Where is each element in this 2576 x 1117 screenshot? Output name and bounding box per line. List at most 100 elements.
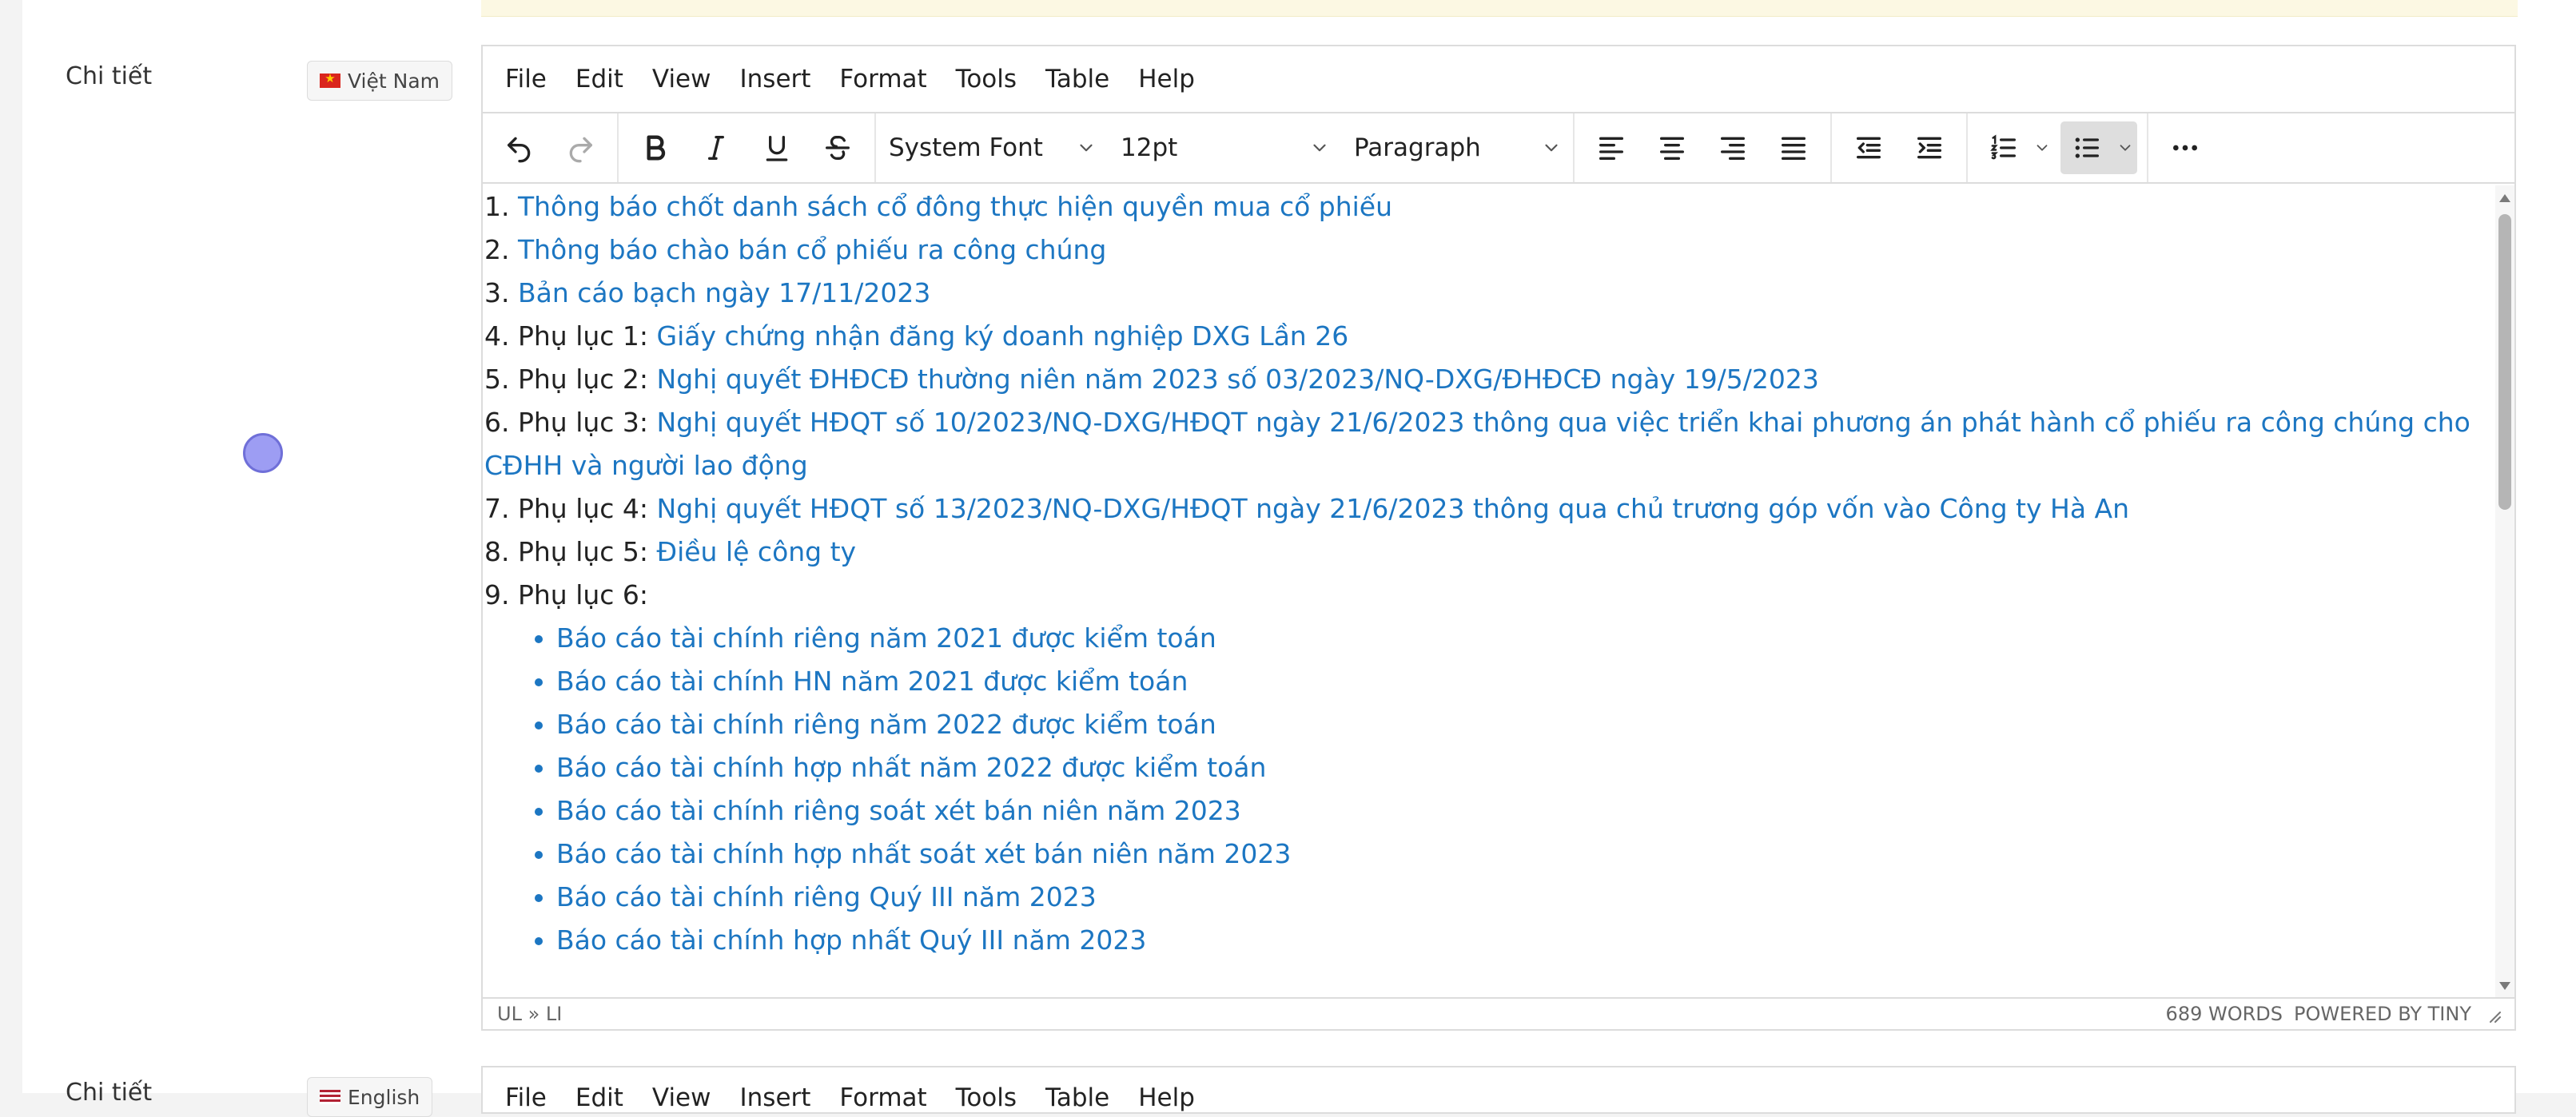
- document-link[interactable]: Báo cáo tài chính riêng năm 2022 được ki…: [556, 709, 1216, 740]
- bullet-list-button[interactable]: [2060, 121, 2113, 174]
- menu-help[interactable]: Help: [1138, 1083, 1195, 1112]
- document-link[interactable]: Nghị quyết HĐQT số 13/2023/NQ-DXG/HĐQT n…: [657, 493, 2130, 524]
- bold-button[interactable]: [629, 121, 682, 174]
- item-prefix: 7. Phụ lục 4:: [484, 493, 657, 524]
- document-link[interactable]: Báo cáo tài chính HN năm 2021 được kiểm …: [556, 666, 1188, 697]
- undo-button[interactable]: [493, 121, 546, 174]
- item-prefix: 1.: [484, 191, 518, 222]
- language-badge-label: Việt Nam: [348, 69, 440, 93]
- align-center-button[interactable]: [1646, 121, 1698, 174]
- editor-menubar: File Edit View Insert Format Tools Table…: [483, 46, 2514, 113]
- document-link[interactable]: Thông báo chốt danh sách cổ đông thực hi…: [518, 191, 1392, 222]
- bullet-list-icon: [2075, 137, 2099, 158]
- text-style-group: [619, 113, 876, 182]
- word-count[interactable]: 689 WORDS: [2166, 1003, 2283, 1025]
- document-link[interactable]: Giấy chứng nhận đăng ký doanh nghiệp DXG…: [657, 320, 1349, 352]
- menu-insert[interactable]: Insert: [740, 65, 811, 93]
- menu-tools[interactable]: Tools: [956, 65, 1017, 93]
- underline-button[interactable]: [751, 121, 803, 174]
- bullet-item: Báo cáo tài chính riêng năm 2022 được ki…: [556, 703, 2490, 746]
- align-left-button[interactable]: [1585, 121, 1638, 174]
- outdent-button[interactable]: [1842, 121, 1895, 174]
- document-link[interactable]: Nghị quyết HĐQT số 10/2023/NQ-DXG/HĐQT n…: [484, 407, 2470, 481]
- rich-text-editor: File Edit View Insert Format Tools Table…: [481, 45, 2516, 1031]
- bullet-item: Báo cáo tài chính riêng soát xét bán niê…: [556, 789, 2490, 833]
- document-link[interactable]: Nghị quyết ĐHĐCĐ thường niên năm 2023 số…: [657, 364, 1819, 395]
- align-justify-button[interactable]: [1767, 121, 1820, 174]
- resize-handle-icon[interactable]: [2482, 1004, 2502, 1024]
- more-group: [2148, 113, 2222, 182]
- us-flag-icon: [320, 1090, 340, 1104]
- font-size-value: 12pt: [1121, 133, 1178, 162]
- font-family-value: System Font: [889, 133, 1043, 162]
- scroll-up-arrow[interactable]: [2495, 189, 2514, 208]
- font-size-select[interactable]: 12pt: [1108, 121, 1341, 174]
- list-item: 2. Thông báo chào bán cổ phiếu ra công c…: [484, 229, 2490, 272]
- editor-menubar: File Edit View Insert Format Tools Table…: [483, 1067, 2514, 1112]
- redo-button[interactable]: [554, 121, 607, 174]
- numbered-list-options[interactable]: [2030, 121, 2054, 174]
- powered-by-link[interactable]: POWERED BY TINY: [2294, 1003, 2471, 1025]
- strikethrough-button[interactable]: [811, 121, 864, 174]
- document-link[interactable]: Bản cáo bạch ngày 17/11/2023: [518, 277, 930, 308]
- list-item: 4. Phụ lục 1: Giấy chứng nhận đăng ký do…: [484, 315, 2490, 358]
- numbered-list-control: [1977, 121, 2054, 174]
- editor-content[interactable]: 1. Thông báo chốt danh sách cổ đông thực…: [484, 185, 2490, 999]
- content-scrollbar[interactable]: [2495, 185, 2514, 999]
- font-group: System Font 12pt Paragraph: [876, 113, 1575, 182]
- alignment-group: [1575, 113, 1832, 182]
- menu-edit[interactable]: Edit: [575, 1083, 623, 1112]
- align-center-icon: [1660, 137, 1684, 160]
- editor-toolbar: System Font 12pt Paragraph: [483, 113, 2514, 184]
- rich-text-editor-english: File Edit View Insert Format Tools Table…: [481, 1066, 2516, 1114]
- document-link[interactable]: Thông báo chào bán cổ phiếu ra công chún…: [518, 234, 1106, 265]
- item-prefix: 6. Phụ lục 3:: [484, 407, 657, 438]
- indent-button[interactable]: [1903, 121, 1956, 174]
- bullet-item: Báo cáo tài chính HN năm 2021 được kiểm …: [556, 660, 2490, 703]
- menu-format[interactable]: Format: [839, 65, 926, 93]
- italic-button[interactable]: [690, 121, 743, 174]
- block-format-select[interactable]: Paragraph: [1341, 121, 1573, 174]
- document-link[interactable]: Báo cáo tài chính hợp nhất soát xét bán …: [556, 838, 1291, 869]
- document-link[interactable]: Báo cáo tài chính hợp nhất năm 2022 được…: [556, 752, 1266, 783]
- menu-help[interactable]: Help: [1138, 65, 1195, 93]
- bullet-list-control: [2060, 121, 2137, 174]
- document-link[interactable]: Báo cáo tài chính riêng soát xét bán niê…: [556, 795, 1241, 826]
- document-link[interactable]: Điều lệ công ty: [657, 536, 857, 567]
- menu-format[interactable]: Format: [839, 1083, 926, 1112]
- more-button[interactable]: [2159, 121, 2212, 174]
- item-prefix: 3.: [484, 277, 518, 308]
- menu-tools[interactable]: Tools: [956, 1083, 1017, 1112]
- list-item: 3. Bản cáo bạch ngày 17/11/2023: [484, 272, 2490, 315]
- align-right-button[interactable]: [1706, 121, 1759, 174]
- menu-view[interactable]: View: [652, 65, 711, 93]
- align-left-icon: [1599, 137, 1623, 160]
- menu-file[interactable]: File: [505, 1083, 547, 1112]
- language-badge-english: English: [307, 1077, 433, 1117]
- element-path[interactable]: UL » LI: [497, 1003, 562, 1025]
- language-badge-label: English: [348, 1085, 420, 1109]
- menu-table[interactable]: Table: [1045, 1083, 1109, 1112]
- block-format-value: Paragraph: [1354, 133, 1481, 162]
- numbered-list-button[interactable]: [1977, 121, 2030, 174]
- font-family-select[interactable]: System Font: [876, 121, 1108, 174]
- document-link[interactable]: Báo cáo tài chính riêng Quý III năm 2023: [556, 881, 1097, 912]
- notice-banner: [481, 0, 2518, 17]
- triangle-up-icon: [2499, 194, 2510, 202]
- history-group: [483, 113, 619, 182]
- document-link[interactable]: Báo cáo tài chính riêng năm 2021 được ki…: [556, 622, 1216, 654]
- scroll-down-arrow[interactable]: [2495, 976, 2514, 996]
- menu-insert[interactable]: Insert: [740, 1083, 811, 1112]
- bullet-list-options[interactable]: [2113, 121, 2137, 174]
- outdent-icon: [1857, 137, 1881, 159]
- menu-file[interactable]: File: [505, 65, 547, 93]
- bullet-item: Báo cáo tài chính riêng năm 2021 được ki…: [556, 617, 2490, 660]
- editor-statusbar: UL » LI 689 WORDS POWERED BY TINY: [483, 997, 2514, 1029]
- menu-view[interactable]: View: [652, 1083, 711, 1112]
- menu-edit[interactable]: Edit: [575, 65, 623, 93]
- scroll-thumb[interactable]: [2498, 214, 2511, 510]
- indent-icon: [1917, 137, 1941, 159]
- menu-table[interactable]: Table: [1045, 65, 1109, 93]
- bullet-item: Báo cáo tài chính hợp nhất Quý III năm 2…: [556, 919, 2490, 962]
- document-link[interactable]: Báo cáo tài chính hợp nhất Quý III năm 2…: [556, 924, 1146, 956]
